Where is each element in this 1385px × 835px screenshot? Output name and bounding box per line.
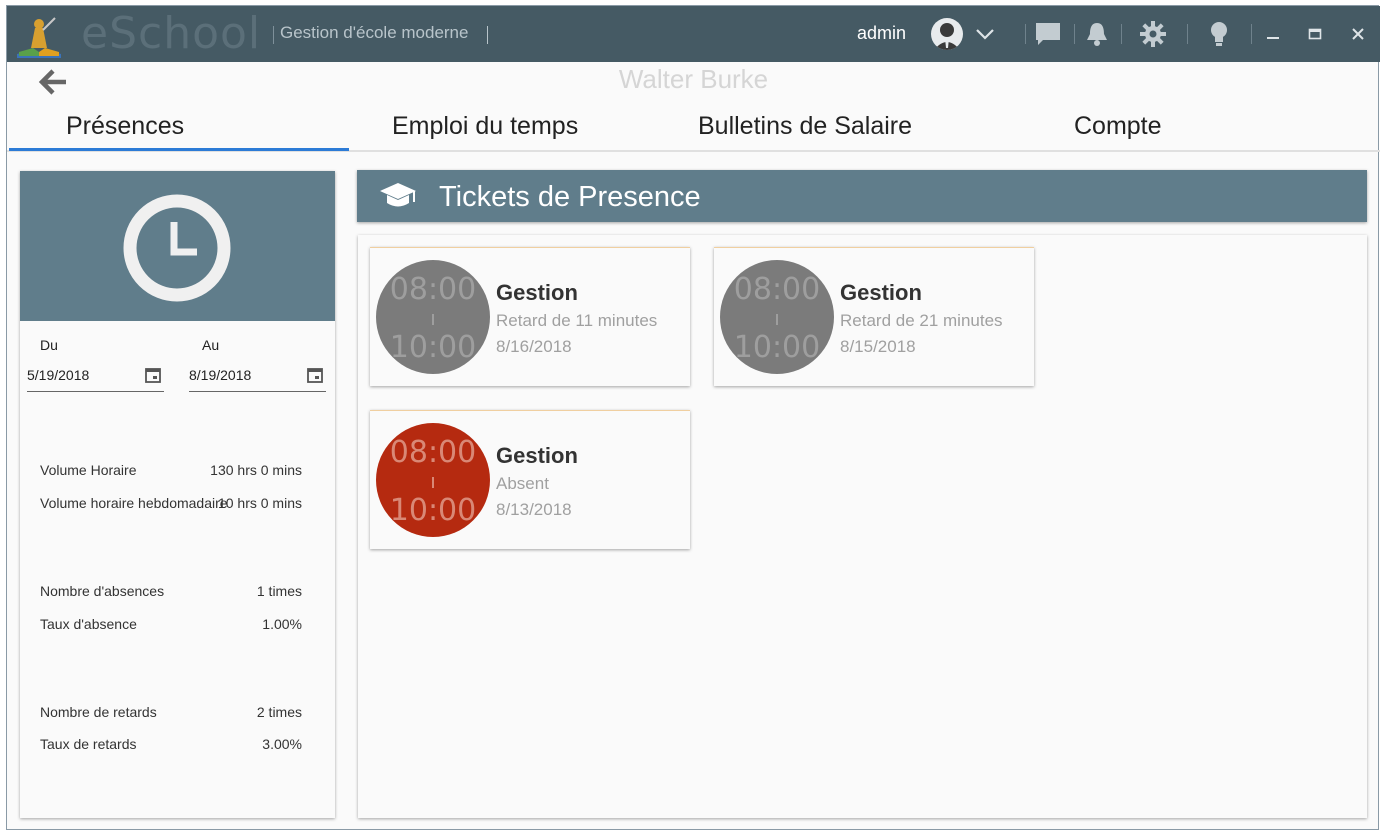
active-tab-indicator [9, 148, 349, 151]
divider [1187, 24, 1188, 44]
chevron-down-icon[interactable] [971, 20, 999, 48]
ticket-subject: Gestion [496, 443, 578, 468]
tab-compte[interactable]: Compte [1074, 112, 1162, 141]
time-badge: 08:00 10:00 [376, 423, 490, 537]
ticket-status: Retard de 11 minutes [496, 311, 658, 330]
ticket-date: 8/13/2018 [496, 500, 572, 519]
attendance-summary-panel: Du Au 5/19/2018 8/19/2018 Volume Horaire… [20, 171, 335, 818]
time-separator [432, 314, 434, 325]
graduation-cap-icon [379, 180, 417, 212]
taux-retards-label: Taux de retards [40, 736, 137, 752]
time-badge: 08:00 10:00 [376, 260, 490, 374]
tab-bulletins-de-salaire[interactable]: Bulletins de Salaire [698, 112, 912, 141]
volume-hebdo-value: 10 hrs 0 mins [217, 495, 302, 511]
ticket-subject: Gestion [840, 280, 922, 305]
person-name: Walter Burke [618, 64, 769, 94]
username[interactable]: admin [857, 23, 906, 44]
chat-icon[interactable] [1034, 20, 1062, 48]
volume-horaire-label: Volume Horaire [40, 462, 137, 478]
app-brand: eSchool [81, 8, 262, 59]
app-logo-icon [13, 14, 65, 58]
maximize-icon[interactable] [1301, 20, 1329, 48]
bell-icon[interactable] [1083, 20, 1111, 48]
tickets-header: Tickets de Presence [357, 170, 1367, 222]
calendar-icon[interactable] [144, 366, 162, 384]
taux-retards-value: 3.00% [262, 736, 302, 752]
gear-icon[interactable] [1139, 20, 1167, 48]
retards-label: Nombre de retards [40, 704, 157, 720]
start-time: 08:00 [389, 272, 477, 307]
from-date-value: 5/19/2018 [27, 367, 90, 383]
app-window: eSchool Gestion d'école moderne admin Wa… [6, 5, 1380, 830]
to-label: Au [202, 337, 220, 353]
end-time: 10:00 [733, 330, 821, 365]
volume-horaire-value: 130 hrs 0 mins [210, 462, 302, 478]
divider [1121, 24, 1122, 44]
retards-value: 2 times [256, 704, 302, 720]
start-time: 08:00 [733, 272, 821, 307]
clock-icon [123, 194, 231, 302]
calendar-icon[interactable] [306, 366, 324, 384]
ticket-status: Retard de 21 minutes [840, 311, 1003, 330]
close-icon[interactable] [1344, 20, 1372, 48]
ticket-date: 8/15/2018 [840, 337, 916, 356]
tickets-list: 08:00 10:00 Gestion Retard de 11 minutes… [358, 235, 1367, 818]
absences-value: 1 times [256, 583, 302, 599]
title-bar: eSchool Gestion d'école moderne admin [7, 6, 1380, 62]
from-label: Du [40, 337, 58, 353]
lightbulb-icon[interactable] [1205, 20, 1233, 48]
taux-absence-value: 1.00% [262, 616, 302, 632]
tickets-title: Tickets de Presence [439, 181, 701, 213]
end-time: 10:00 [389, 330, 477, 365]
time-badge: 08:00 10:00 [720, 260, 834, 374]
from-date-field[interactable]: 5/19/2018 [27, 364, 164, 392]
divider [273, 26, 274, 44]
volume-hebdo-label: Volume horaire hebdomadaire [40, 495, 228, 511]
divider [1025, 24, 1026, 44]
ticket-card[interactable]: 08:00 10:00 Gestion Retard de 21 minutes… [714, 247, 1034, 386]
absences-label: Nombre d'absences [40, 583, 165, 599]
tab-emploi-du-temps[interactable]: Emploi du temps [392, 112, 578, 141]
ticket-subject: Gestion [496, 280, 578, 305]
summary-header [20, 171, 335, 321]
taux-absence-label: Taux d'absence [40, 616, 137, 632]
divider [1251, 24, 1252, 44]
to-date-field[interactable]: 8/19/2018 [189, 364, 326, 392]
start-time: 08:00 [389, 435, 477, 470]
ticket-card[interactable]: 08:00 10:00 Gestion Absent 8/13/2018 [370, 410, 690, 549]
avatar-icon[interactable] [931, 18, 963, 50]
to-date-value: 8/19/2018 [189, 367, 252, 383]
minimize-icon[interactable] [1259, 20, 1287, 48]
ticket-card[interactable]: 08:00 10:00 Gestion Retard de 11 minutes… [370, 247, 690, 386]
divider [1074, 24, 1075, 44]
tab-presences[interactable]: Présences [66, 112, 184, 141]
text-caret [487, 26, 488, 44]
ticket-date: 8/16/2018 [496, 337, 572, 356]
app-tagline: Gestion d'école moderne [280, 23, 469, 42]
tab-bar: Présences Emploi du temps Bulletins de S… [7, 106, 1380, 152]
end-time: 10:00 [389, 493, 477, 528]
ticket-status: Absent [496, 474, 549, 493]
time-separator [776, 314, 778, 325]
time-separator [432, 477, 434, 488]
